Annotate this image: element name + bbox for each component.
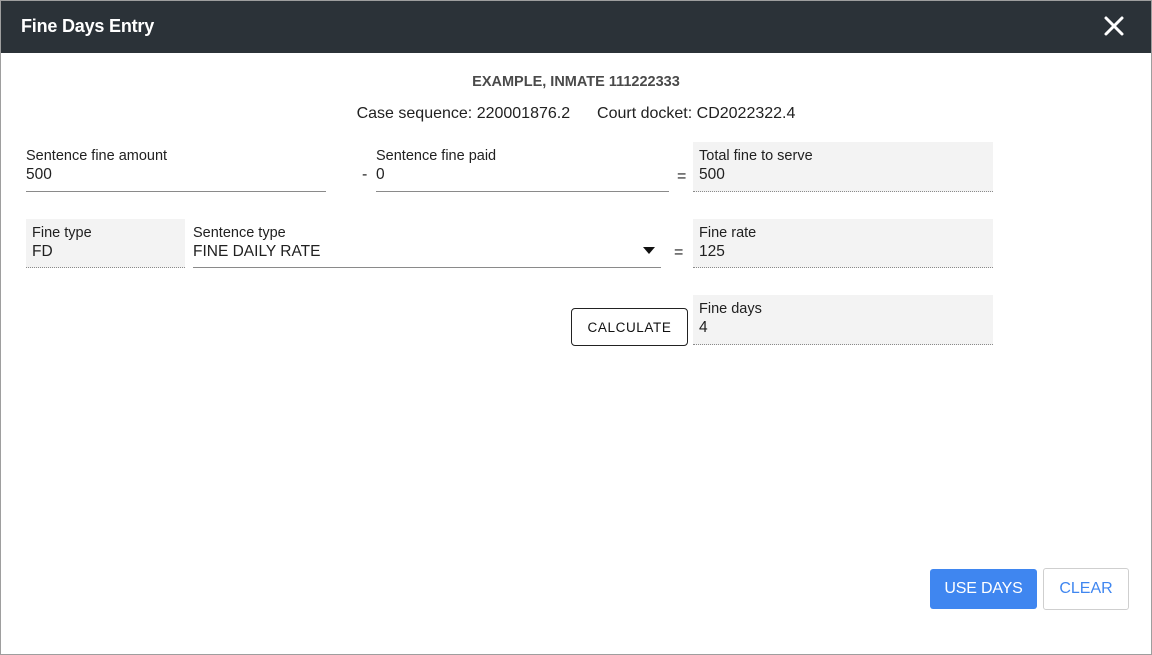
total-fine-to-serve-field: Total fine to serve 500 [693,142,993,192]
case-info: Case sequence: 220001876.2 Court docket:… [1,105,1151,123]
case-sequence-value: 220001876.2 [476,105,571,122]
sentence-fine-paid-input[interactable]: 0 [376,166,385,184]
case-sequence-label: Case sequence: [356,105,473,122]
fine-days-label: Fine days [699,301,762,317]
fine-type-field: Fine type FD [26,219,185,268]
sentence-fine-amount-input[interactable]: 500 [26,166,52,184]
sentence-fine-amount-field[interactable]: Sentence fine amount 500 [26,142,326,192]
equals-sign-2: = [674,244,684,261]
sentence-type-label: Sentence type [193,225,286,241]
minus-sign: - [362,166,368,183]
court-docket-value: CD2022322.4 [696,105,796,122]
close-icon[interactable] [1101,13,1127,39]
sentence-type-value[interactable]: FINE DAILY RATE [193,243,320,261]
fine-type-label: Fine type [32,225,92,241]
use-days-button[interactable]: USE DAYS [930,569,1037,609]
dialog-title: Fine Days Entry [21,16,155,36]
sentence-fine-paid-field[interactable]: Sentence fine paid 0 [376,142,669,192]
fine-days-dialog: Fine Days Entry EXAMPLE, INMATE 11122233… [0,0,1152,655]
fine-type-value: FD [32,243,53,260]
calculate-button[interactable]: CALCULATE [571,308,688,346]
sentence-type-select[interactable]: Sentence type FINE DAILY RATE [193,219,661,268]
fine-days-value: 4 [699,319,708,336]
court-docket-label: Court docket: [597,105,693,122]
caret-down-icon[interactable] [643,247,655,254]
fine-rate-field: Fine rate 125 [693,219,993,268]
fine-rate-value: 125 [699,243,725,260]
sentence-fine-paid-label: Sentence fine paid [376,148,497,164]
total-fine-to-serve-label: Total fine to serve [699,148,813,164]
equals-sign-1: = [677,168,687,185]
sentence-fine-amount-label: Sentence fine amount [26,148,168,164]
total-fine-to-serve-value: 500 [699,166,725,183]
dialog-titlebar: Fine Days Entry [1,1,1151,53]
inmate-name: EXAMPLE, INMATE 111222333 [472,74,680,90]
fine-days-field: Fine days 4 [693,295,993,345]
clear-button[interactable]: CLEAR [1043,568,1129,610]
fine-rate-label: Fine rate [699,225,757,241]
